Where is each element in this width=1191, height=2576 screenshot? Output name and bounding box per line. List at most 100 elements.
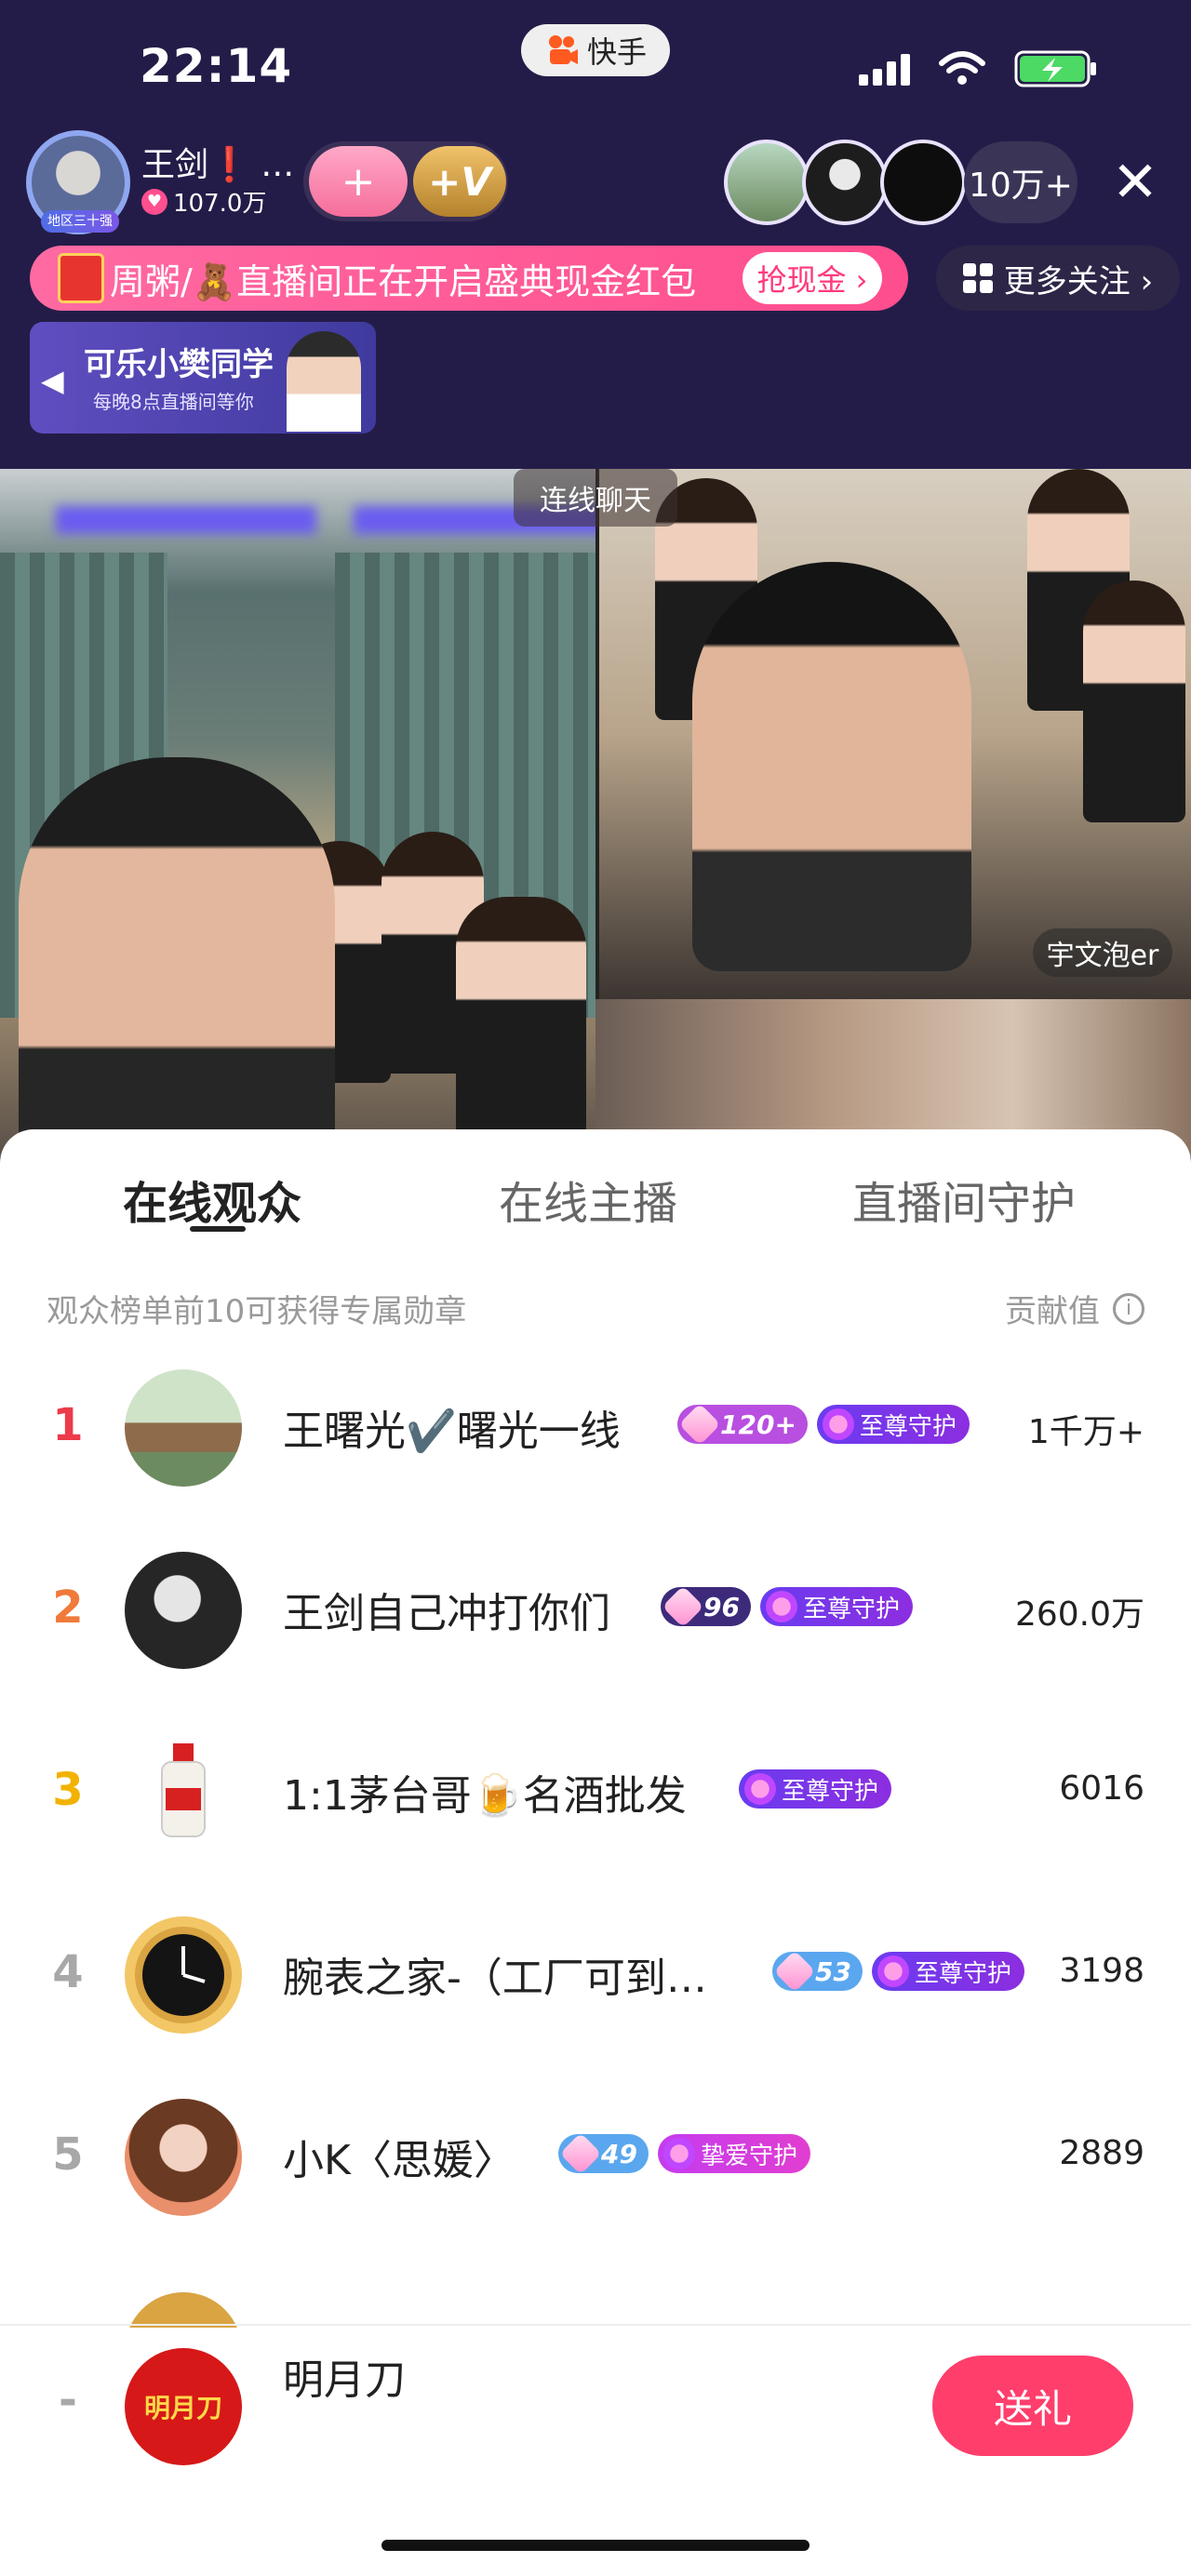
contribution-score: 3198: [1059, 1952, 1144, 1990]
status-time: 22:14: [140, 39, 293, 93]
level-badge: 49: [558, 2134, 649, 2173]
badge-group: 至尊守护: [739, 1769, 892, 1809]
user-name[interactable]: 王剑自己冲打你们: [283, 1580, 610, 1639]
live-video[interactable]: [0, 469, 1191, 1157]
tab-room-guardians[interactable]: 直播间守护: [852, 1167, 1076, 1232]
my-avatar-text: 明月刀: [143, 2393, 222, 2423]
app-indicator-pill[interactable]: 快手: [521, 24, 670, 76]
battery-charging-icon: [1014, 50, 1096, 87]
list-item[interactable]: 3 1:1茅台哥🍺名酒批发 至尊守护 6016: [0, 1704, 1191, 1887]
more-follow-label: 更多关注 ›: [1003, 262, 1154, 300]
anchor-info[interactable]: 地区三十强 王剑❗ … ♥ 107.0万: [26, 130, 305, 234]
level-badge: 120+: [677, 1405, 808, 1444]
info-icon[interactable]: i: [1113, 1292, 1144, 1325]
guard-badge: 挚爱守护: [657, 2134, 810, 2173]
status-icons: [859, 48, 1098, 89]
top-viewer-avatars[interactable]: [724, 140, 966, 225]
my-name: 明月刀: [283, 2356, 406, 2404]
send-gift-button[interactable]: 送礼: [932, 2356, 1133, 2456]
my-rank: -: [59, 2374, 77, 2426]
viewer-count[interactable]: 10万+: [964, 141, 1077, 223]
divider: [0, 2324, 1191, 2326]
list-item[interactable]: 1 王曙光✔️曙光一线 120+ 至尊守护 1千万+: [0, 1340, 1191, 1522]
my-rank-row: - 明月刀 明月刀 送礼: [0, 2328, 1191, 2514]
contribution-header[interactable]: 贡献值 i: [1005, 1286, 1144, 1331]
avatar[interactable]: [125, 1734, 242, 1851]
tab-online-anchors[interactable]: 在线主播: [499, 1167, 677, 1232]
viewer-avatar[interactable]: [802, 140, 888, 225]
host-person: [19, 757, 335, 1157]
anchor-name[interactable]: 王剑❗ …: [141, 138, 294, 186]
level-badge: 96: [661, 1587, 751, 1626]
ranking-hint: 观众榜单前10可获得专属勋章: [47, 1293, 467, 1330]
rank-number: 1: [52, 1399, 84, 1451]
guard-badge: 至尊守护: [739, 1769, 892, 1809]
my-avatar[interactable]: 明月刀: [125, 2348, 242, 2465]
red-packet-banner[interactable]: 周粥/🧸直播间正在开启盛典现金红包 抢现金 ›: [30, 246, 908, 311]
audience-sheet: 在线观众 在线主播 直播间守护 观众榜单前10可获得专属勋章 贡献值 i 1 王…: [0, 1129, 1191, 2576]
close-icon[interactable]: ✕: [1107, 154, 1163, 212]
chevron-left-icon: ◀: [41, 363, 64, 398]
list-item[interactable]: 4 腕表之家-（工厂可到… 53 至尊守护 3198: [0, 1887, 1191, 2069]
promo-title: 可乐小樊同学: [84, 346, 274, 383]
grid-icon: [962, 263, 993, 293]
more-follow-button[interactable]: 更多关注 ›: [936, 246, 1180, 311]
banner-text: 周粥/🧸直播间正在开启盛典现金红包: [110, 260, 697, 302]
contribution-score: 2889: [1059, 2134, 1144, 2172]
red-envelope-icon: [30, 246, 104, 311]
anchor-rank-badge: 地区三十强: [41, 210, 119, 233]
anchor-likes: ♥ 107.0万: [141, 184, 266, 219]
user-name[interactable]: 腕表之家-（工厂可到…: [283, 1944, 707, 2004]
tab-online-audience[interactable]: 在线观众: [123, 1167, 301, 1232]
avatar[interactable]: [125, 2099, 242, 2216]
rank-number: 2: [52, 1582, 84, 1634]
avatar[interactable]: [125, 1916, 242, 2034]
contribution-score: 6016: [1059, 1769, 1144, 1808]
rank-number: 3: [52, 1764, 84, 1816]
list-item[interactable]: 5 小K〈思媛〉 49 挚爱守护 2889: [0, 2069, 1191, 2251]
guard-badge: 至尊守护: [871, 1952, 1024, 1991]
guard-badge: 至尊守护: [759, 1587, 913, 1626]
contribution-label: 贡献值: [1005, 1293, 1100, 1330]
sheet-tabs: 在线观众 在线主播 直播间守护: [0, 1167, 1191, 1241]
tab-active-indicator: [190, 1226, 246, 1232]
level-badge: 53: [772, 1952, 863, 1991]
list-item[interactable]: 2 王剑自己冲打你们 96 至尊守护 260.0万: [0, 1522, 1191, 1704]
watch-icon: [135, 1927, 232, 2023]
vip-button[interactable]: +V: [413, 146, 506, 217]
wifi-icon: [939, 51, 985, 85]
heart-icon: ♥: [141, 188, 167, 215]
badge-group: 49 挚爱守护: [558, 2134, 810, 2173]
co-host-chat-label[interactable]: 连线聊天: [514, 469, 677, 527]
user-name[interactable]: 王曙光✔️曙光一线: [283, 1397, 621, 1457]
host-video: [0, 469, 614, 1157]
home-indicator[interactable]: [381, 2540, 810, 2551]
promo-portrait: [287, 331, 361, 432]
grab-cash-button[interactable]: 抢现金 ›: [743, 252, 882, 304]
user-name[interactable]: 1:1茅台哥🍺名酒批发: [283, 1762, 687, 1822]
badge-group: 120+ 至尊守护: [677, 1405, 970, 1444]
kuaishou-logo-icon: [548, 35, 578, 64]
badge-group: 53 至尊守护: [772, 1952, 1024, 1991]
guest-name-tag[interactable]: 宇文泡er: [1033, 928, 1172, 977]
rank-number: 4: [52, 1946, 84, 1998]
avatar[interactable]: [125, 1552, 242, 1669]
user-name[interactable]: 小K〈思媛〉: [283, 2127, 515, 2186]
app-name: 快手: [586, 34, 647, 70]
badge-group: 96 至尊守护: [661, 1587, 913, 1626]
viewer-avatar[interactable]: [724, 140, 810, 225]
background-person: [1083, 581, 1185, 822]
contribution-score: 1千万+: [1027, 1413, 1144, 1451]
avatar[interactable]: [125, 1369, 242, 1487]
follow-group: + +V: [303, 141, 508, 221]
promo-card[interactable]: ◀ 可乐小樊同学 每晚8点直播间等你: [30, 322, 376, 434]
follow-button[interactable]: +: [309, 146, 408, 217]
viewer-avatar[interactable]: [880, 140, 966, 225]
background-person: [456, 897, 586, 1139]
anchor-likes-value: 107.0万: [173, 190, 267, 218]
liquor-bottle-icon: [161, 1743, 206, 1837]
guest-person: [692, 562, 971, 971]
promo-subtitle: 每晚8点直播间等你: [93, 391, 254, 413]
rank-number: 5: [52, 2129, 84, 2181]
contribution-score: 260.0万: [1014, 1595, 1144, 1634]
